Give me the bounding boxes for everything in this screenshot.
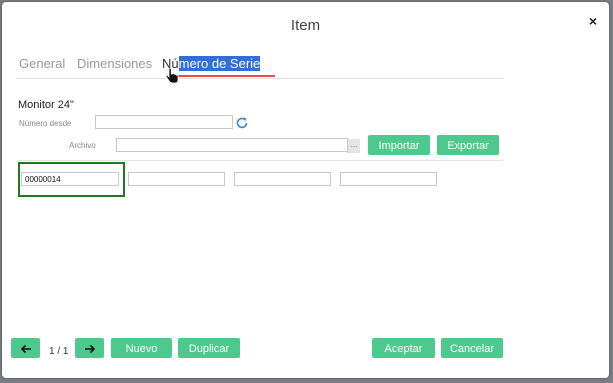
next-button[interactable]: [75, 338, 104, 358]
item-dialog: Item × General Dimensiones Número de Ser…: [2, 2, 609, 378]
numero-desde-label: Número desde: [19, 119, 72, 128]
duplicar-button[interactable]: Duplicar: [178, 338, 240, 358]
importar-button[interactable]: Importar: [368, 135, 430, 155]
exportar-button[interactable]: Exportar: [437, 135, 499, 155]
active-tab-underline: [169, 75, 275, 77]
serial-number-input-4[interactable]: [340, 172, 437, 186]
cancelar-button[interactable]: Cancelar: [441, 338, 503, 358]
nuevo-button[interactable]: Nuevo: [111, 338, 172, 358]
close-icon[interactable]: ×: [589, 13, 597, 29]
item-name: Monitor 24": [18, 99, 74, 111]
tab-label-selected: mero de Serie: [178, 56, 261, 71]
archivo-label: Archivo: [69, 141, 96, 150]
arrow-left-icon: [20, 345, 31, 354]
tab-dimensiones[interactable]: Dimensiones: [77, 56, 152, 71]
hand-cursor-icon: [165, 68, 179, 84]
aceptar-button[interactable]: Aceptar: [372, 338, 435, 358]
pager-text: 1 / 1: [49, 346, 69, 357]
tab-general[interactable]: General: [19, 56, 65, 71]
browse-file-button[interactable]: ...: [347, 139, 360, 153]
serial-number-input-1[interactable]: [21, 172, 119, 186]
tab-bar: General Dimensiones Número de Serie: [17, 56, 503, 79]
previous-button[interactable]: [11, 338, 40, 358]
numero-desde-input[interactable]: [95, 115, 233, 129]
refresh-icon[interactable]: [235, 116, 249, 130]
section-divider: [17, 160, 503, 161]
archivo-input[interactable]: [116, 138, 348, 152]
serial-number-input-3[interactable]: [234, 172, 331, 186]
dialog-title: Item: [290, 17, 321, 34]
serial-number-input-2[interactable]: [128, 172, 225, 186]
arrow-right-icon: [84, 345, 95, 354]
